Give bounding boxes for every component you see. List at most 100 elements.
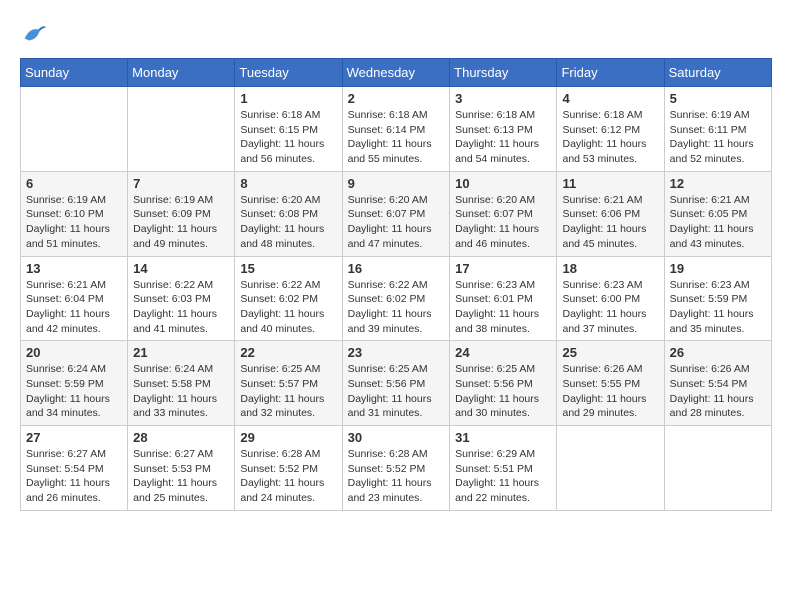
day-info: Sunrise: 6:26 AM Sunset: 5:54 PM Dayligh… [670, 362, 766, 421]
calendar-week-4: 20 Sunrise: 6:24 AM Sunset: 5:59 PM Dayli… [21, 341, 772, 426]
calendar-cell: 15Sunrise: 6:22 AM Sunset: 6:02 PM Dayli… [235, 256, 342, 341]
calendar-cell: 14 Sunrise: 6:22 AM Sunset: 6:03 PM Dayli… [128, 256, 235, 341]
day-info: Sunrise: 6:24 AM Sunset: 5:58 PM Dayligh… [133, 362, 229, 421]
calendar-cell: 16 Sunrise: 6:22 AM Sunset: 6:02 PM Dayli… [342, 256, 450, 341]
day-number: 10 [455, 176, 551, 191]
day-info: Sunrise: 6:28 AM Sunset: 5:52 PM Dayligh… [240, 447, 336, 506]
calendar-header-row: SundayMondayTuesdayWednesdayThursdayFrid… [21, 59, 772, 87]
calendar-cell: 12 Sunrise: 6:21 AM Sunset: 6:05 PM Dayli… [664, 171, 771, 256]
day-header-sunday: Sunday [21, 59, 128, 87]
calendar-cell: 21 Sunrise: 6:24 AM Sunset: 5:58 PM Dayli… [128, 341, 235, 426]
day-info: Sunrise: 6:23 AM Sunset: 6:00 PM Dayligh… [562, 278, 658, 337]
calendar-cell: 4 Sunrise: 6:18 AM Sunset: 6:12 PM Daylig… [557, 87, 664, 172]
calendar-cell: 22 Sunrise: 6:25 AM Sunset: 5:57 PM Dayli… [235, 341, 342, 426]
day-info: Sunrise: 6:20 AM Sunset: 6:08 PM Dayligh… [240, 193, 336, 252]
calendar-cell: 28 Sunrise: 6:27 AM Sunset: 5:53 PM Dayli… [128, 426, 235, 511]
day-info: Sunrise: 6:28 AM Sunset: 5:52 PM Dayligh… [348, 447, 445, 506]
day-info: Sunrise: 6:19 AM Sunset: 6:10 PM Dayligh… [26, 193, 122, 252]
calendar-week-5: 27Sunrise: 6:27 AM Sunset: 5:54 PM Dayli… [21, 426, 772, 511]
logo-icon [20, 20, 48, 48]
day-number: 24 [455, 345, 551, 360]
day-number: 19 [670, 261, 766, 276]
day-info: Sunrise: 6:22 AM Sunset: 6:03 PM Dayligh… [133, 278, 229, 337]
calendar-cell: 25 Sunrise: 6:26 AM Sunset: 5:55 PM Dayli… [557, 341, 664, 426]
day-number: 1 [240, 91, 336, 106]
calendar-cell: 5 Sunrise: 6:19 AM Sunset: 6:11 PM Daylig… [664, 87, 771, 172]
day-header-wednesday: Wednesday [342, 59, 450, 87]
day-header-thursday: Thursday [450, 59, 557, 87]
calendar-cell: 19 Sunrise: 6:23 AM Sunset: 5:59 PM Dayli… [664, 256, 771, 341]
day-info: Sunrise: 6:23 AM Sunset: 6:01 PM Dayligh… [455, 278, 551, 337]
day-number: 23 [348, 345, 445, 360]
day-number: 8 [240, 176, 336, 191]
calendar-cell [557, 426, 664, 511]
calendar-cell: 18 Sunrise: 6:23 AM Sunset: 6:00 PM Dayli… [557, 256, 664, 341]
day-number: 30 [348, 430, 445, 445]
calendar-cell: 6 Sunrise: 6:19 AM Sunset: 6:10 PM Daylig… [21, 171, 128, 256]
day-number: 21 [133, 345, 229, 360]
day-info: Sunrise: 6:24 AM Sunset: 5:59 PM Dayligh… [26, 362, 122, 421]
day-info: Sunrise: 6:18 AM Sunset: 6:12 PM Dayligh… [562, 108, 658, 167]
day-number: 3 [455, 91, 551, 106]
day-number: 28 [133, 430, 229, 445]
calendar-cell: 11 Sunrise: 6:21 AM Sunset: 6:06 PM Dayli… [557, 171, 664, 256]
day-info: Sunrise: 6:25 AM Sunset: 5:56 PM Dayligh… [348, 362, 445, 421]
calendar-table: SundayMondayTuesdayWednesdayThursdayFrid… [20, 58, 772, 511]
day-info: Sunrise: 6:21 AM Sunset: 6:06 PM Dayligh… [562, 193, 658, 252]
day-info: Sunrise: 6:19 AM Sunset: 6:11 PM Dayligh… [670, 108, 766, 167]
calendar-cell: 2 Sunrise: 6:18 AM Sunset: 6:14 PM Daylig… [342, 87, 450, 172]
calendar-cell: 20 Sunrise: 6:24 AM Sunset: 5:59 PM Dayli… [21, 341, 128, 426]
day-number: 14 [133, 261, 229, 276]
day-info: Sunrise: 6:18 AM Sunset: 6:15 PM Dayligh… [240, 108, 336, 167]
day-number: 22 [240, 345, 336, 360]
day-info: Sunrise: 6:22 AM Sunset: 6:02 PM Dayligh… [348, 278, 445, 337]
day-number: 4 [562, 91, 658, 106]
day-header-friday: Friday [557, 59, 664, 87]
day-number: 20 [26, 345, 122, 360]
calendar-cell: 8 Sunrise: 6:20 AM Sunset: 6:08 PM Daylig… [235, 171, 342, 256]
calendar-cell: 9Sunrise: 6:20 AM Sunset: 6:07 PM Daylig… [342, 171, 450, 256]
day-number: 18 [562, 261, 658, 276]
calendar-cell: 1 Sunrise: 6:18 AM Sunset: 6:15 PM Daylig… [235, 87, 342, 172]
day-info: Sunrise: 6:18 AM Sunset: 6:14 PM Dayligh… [348, 108, 445, 167]
calendar-week-1: 1 Sunrise: 6:18 AM Sunset: 6:15 PM Daylig… [21, 87, 772, 172]
day-info: Sunrise: 6:21 AM Sunset: 6:04 PM Dayligh… [26, 278, 122, 337]
calendar-cell: 30 Sunrise: 6:28 AM Sunset: 5:52 PM Dayli… [342, 426, 450, 511]
day-number: 25 [562, 345, 658, 360]
day-number: 15 [240, 261, 336, 276]
day-info: Sunrise: 6:25 AM Sunset: 5:56 PM Dayligh… [455, 362, 551, 421]
day-number: 5 [670, 91, 766, 106]
page-header [20, 20, 772, 48]
day-info: Sunrise: 6:19 AM Sunset: 6:09 PM Dayligh… [133, 193, 229, 252]
day-info: Sunrise: 6:26 AM Sunset: 5:55 PM Dayligh… [562, 362, 658, 421]
day-number: 17 [455, 261, 551, 276]
calendar-cell: 29Sunrise: 6:28 AM Sunset: 5:52 PM Dayli… [235, 426, 342, 511]
day-info: Sunrise: 6:27 AM Sunset: 5:53 PM Dayligh… [133, 447, 229, 506]
day-number: 12 [670, 176, 766, 191]
calendar-cell: 10 Sunrise: 6:20 AM Sunset: 6:07 PM Dayli… [450, 171, 557, 256]
day-number: 11 [562, 176, 658, 191]
day-number: 31 [455, 430, 551, 445]
calendar-cell: 26 Sunrise: 6:26 AM Sunset: 5:54 PM Dayli… [664, 341, 771, 426]
day-info: Sunrise: 6:25 AM Sunset: 5:57 PM Dayligh… [240, 362, 336, 421]
day-info: Sunrise: 6:20 AM Sunset: 6:07 PM Dayligh… [348, 193, 445, 252]
day-number: 13 [26, 261, 122, 276]
calendar-cell: 3 Sunrise: 6:18 AM Sunset: 6:13 PM Daylig… [450, 87, 557, 172]
day-info: Sunrise: 6:20 AM Sunset: 6:07 PM Dayligh… [455, 193, 551, 252]
calendar-week-3: 13 Sunrise: 6:21 AM Sunset: 6:04 PM Dayli… [21, 256, 772, 341]
day-number: 6 [26, 176, 122, 191]
calendar-cell: 27Sunrise: 6:27 AM Sunset: 5:54 PM Dayli… [21, 426, 128, 511]
day-number: 27 [26, 430, 122, 445]
day-info: Sunrise: 6:18 AM Sunset: 6:13 PM Dayligh… [455, 108, 551, 167]
day-info: Sunrise: 6:23 AM Sunset: 5:59 PM Dayligh… [670, 278, 766, 337]
day-number: 26 [670, 345, 766, 360]
day-info: Sunrise: 6:21 AM Sunset: 6:05 PM Dayligh… [670, 193, 766, 252]
day-number: 16 [348, 261, 445, 276]
day-number: 2 [348, 91, 445, 106]
day-info: Sunrise: 6:29 AM Sunset: 5:51 PM Dayligh… [455, 447, 551, 506]
calendar-week-2: 6 Sunrise: 6:19 AM Sunset: 6:10 PM Daylig… [21, 171, 772, 256]
calendar-cell [21, 87, 128, 172]
calendar-cell [664, 426, 771, 511]
logo [20, 20, 52, 48]
calendar-cell: 24 Sunrise: 6:25 AM Sunset: 5:56 PM Dayli… [450, 341, 557, 426]
